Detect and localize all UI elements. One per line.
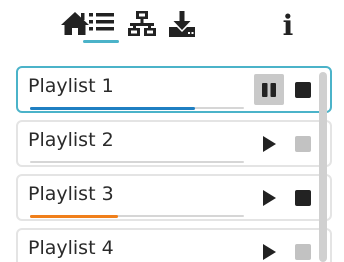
play-button[interactable]: [254, 128, 284, 159]
play-button[interactable]: [254, 182, 284, 213]
play-icon: [263, 243, 276, 260]
info-button[interactable]: i: [276, 10, 300, 52]
playlist-progress: [30, 214, 244, 218]
playlist-name: Playlist 4: [28, 237, 114, 259]
toolbar: i: [0, 0, 344, 56]
pause-icon: [262, 82, 276, 97]
stop-icon: [295, 81, 311, 98]
playlist-list: Playlist 1 Playlist 2 Playlist 3 Playlis…: [0, 62, 344, 262]
playlist-name: Playlist 3: [28, 183, 114, 205]
info-icon: i: [282, 9, 294, 42]
playlist-item[interactable]: Playlist 1: [16, 66, 332, 113]
playlist-progress-fill: [30, 106, 195, 110]
stop-button[interactable]: [288, 74, 318, 105]
download-icon: [169, 11, 195, 37]
play-icon: [263, 135, 276, 152]
stop-icon: [295, 135, 311, 152]
stop-button[interactable]: [288, 182, 318, 213]
playlist-item[interactable]: Playlist 4: [16, 228, 332, 262]
playlist-name: Playlist 1: [28, 75, 114, 97]
playlist-item[interactable]: Playlist 2: [16, 120, 332, 167]
playlist-item[interactable]: Playlist 3: [16, 174, 332, 221]
stop-button[interactable]: [288, 236, 318, 262]
pause-button[interactable]: [254, 74, 284, 105]
playlist-progress: [30, 161, 244, 163]
network-button[interactable]: [125, 10, 159, 52]
play-icon: [263, 189, 276, 206]
scrollbar[interactable]: [319, 72, 327, 262]
playlist-name: Playlist 2: [28, 129, 114, 151]
stop-icon: [295, 189, 311, 206]
list-icon: [89, 13, 114, 31]
download-button[interactable]: [167, 10, 197, 52]
playlist-progress-fill: [30, 214, 118, 218]
play-button[interactable]: [254, 236, 284, 262]
playlist-progress: [30, 106, 244, 110]
stop-icon: [295, 243, 311, 260]
stop-button[interactable]: [288, 128, 318, 159]
network-icon: [128, 11, 156, 36]
active-tab-indicator: [83, 40, 119, 43]
playlist-view-button[interactable]: [82, 10, 122, 52]
